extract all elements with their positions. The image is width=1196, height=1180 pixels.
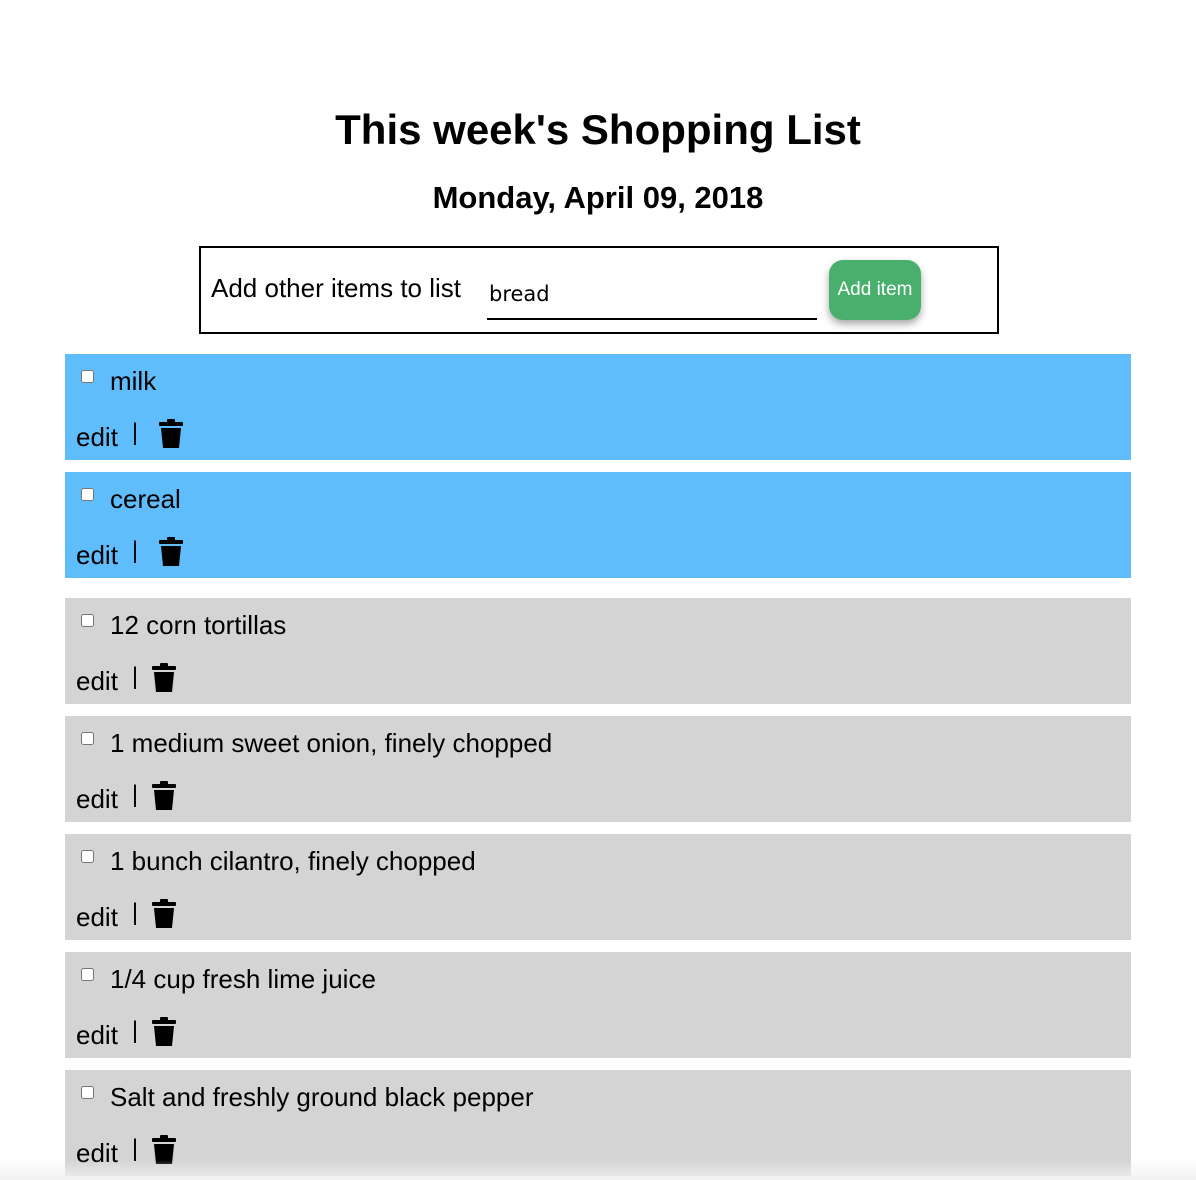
item-name: cereal [110, 484, 181, 514]
item-checkbox[interactable] [81, 732, 94, 745]
trash-icon[interactable] [151, 663, 177, 693]
item-checkbox[interactable] [81, 614, 94, 627]
item-checkbox[interactable] [81, 488, 94, 501]
item-checkbox[interactable] [81, 370, 94, 383]
edit-link[interactable]: edit [76, 1020, 118, 1050]
trash-icon[interactable] [158, 419, 184, 449]
item-checkbox[interactable] [81, 968, 94, 981]
trash-icon[interactable] [151, 899, 177, 929]
item-actions: edit | [76, 537, 184, 570]
add-item-form: Add other items to list Add item [199, 246, 999, 334]
trash-icon[interactable] [151, 781, 177, 811]
add-item-label: Add other items to list [211, 273, 461, 303]
page-title: This week's Shopping List [335, 106, 861, 153]
item-actions: edit | [76, 419, 184, 452]
separator: | [131, 781, 139, 808]
trash-icon[interactable] [151, 1017, 177, 1047]
item-actions: edit | [76, 899, 177, 932]
list-item: 1 medium sweet onion, finely chopped edi… [65, 716, 1131, 822]
list-item: 12 corn tortillas edit | [65, 598, 1131, 704]
edit-link[interactable]: edit [76, 902, 118, 932]
edit-link[interactable]: edit [76, 540, 118, 570]
page: This week's Shopping List Monday, April … [0, 0, 1196, 1180]
separator: | [131, 663, 139, 690]
trash-icon[interactable] [158, 537, 184, 567]
list-item: milk edit | [65, 354, 1131, 460]
edit-link[interactable]: edit [76, 422, 118, 452]
edit-link[interactable]: edit [76, 784, 118, 814]
highlighted-list: milk edit | cereal edit | [65, 354, 1131, 590]
list-item: 1 bunch cilantro, finely chopped edit | [65, 834, 1131, 940]
item-checkbox[interactable] [81, 1086, 94, 1099]
item-checkbox[interactable] [81, 850, 94, 863]
item-name: 1 medium sweet onion, finely chopped [110, 728, 553, 758]
item-actions: edit | [76, 781, 177, 814]
add-item-input[interactable] [487, 270, 817, 320]
separator: | [131, 899, 139, 926]
list-date: Monday, April 09, 2018 [432, 180, 764, 215]
list-item: cereal edit | [65, 472, 1131, 578]
separator: | [131, 419, 139, 446]
item-name: Salt and freshly ground black pepper [110, 1082, 534, 1112]
separator: | [131, 1017, 139, 1044]
scroll-fade [0, 1160, 1196, 1180]
list-item: 1/4 cup fresh lime juice edit | [65, 952, 1131, 1058]
item-actions: edit | [76, 1017, 177, 1050]
edit-link[interactable]: edit [76, 666, 118, 696]
item-name: milk [110, 366, 157, 396]
item-actions: edit | [76, 663, 177, 696]
separator: | [131, 537, 139, 564]
item-name: 1 bunch cilantro, finely chopped [110, 846, 476, 876]
item-name: 1/4 cup fresh lime juice [110, 964, 376, 994]
add-item-button[interactable]: Add item [829, 260, 921, 320]
shopping-list: 12 corn tortillas edit | 1 medium sweet … [65, 598, 1131, 1180]
item-name: 12 corn tortillas [110, 610, 287, 640]
